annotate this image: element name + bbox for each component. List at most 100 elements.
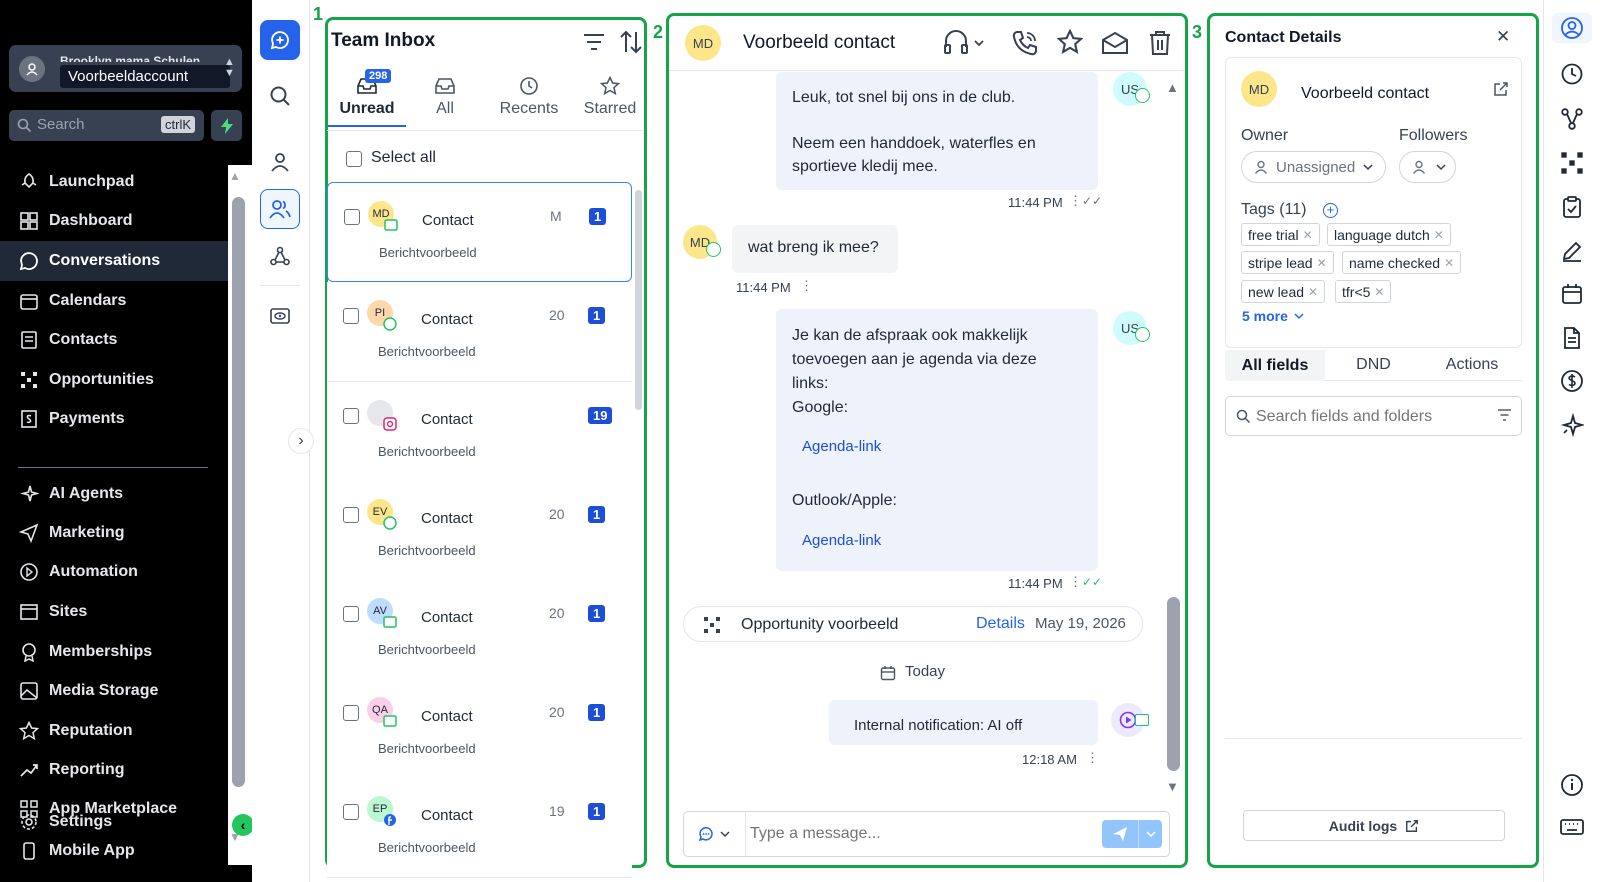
chat-scrollbar-thumb[interactable] bbox=[1167, 597, 1180, 771]
sidebar-item-calendars[interactable]: Calendars bbox=[0, 281, 228, 321]
more-tags-link[interactable]: 5 more bbox=[1242, 308, 1304, 324]
phone-icon[interactable] bbox=[1011, 29, 1039, 57]
tab-dnd[interactable]: DND bbox=[1325, 350, 1422, 381]
rail-team-inbox[interactable] bbox=[260, 189, 300, 229]
calendar-link-google[interactable]: Agenda-link bbox=[802, 435, 881, 458]
conversation-card[interactable]: PI Contact 20 1 Berichtvoorbeeld bbox=[327, 282, 632, 382]
owner-select[interactable]: Unassigned bbox=[1241, 151, 1386, 183]
contact-tag[interactable]: new lead ✕ bbox=[1241, 280, 1326, 303]
contact-tag[interactable]: name checked ✕ bbox=[1342, 251, 1462, 274]
document-icon[interactable] bbox=[1560, 326, 1584, 350]
sidebar-item-ai-agents[interactable]: AI Agents bbox=[0, 474, 228, 514]
pen-icon[interactable] bbox=[1560, 239, 1584, 263]
sidebar-item-dashboard[interactable]: Dashboard bbox=[0, 201, 228, 241]
contact-tag[interactable]: language dutch ✕ bbox=[1327, 223, 1451, 246]
conversation-checkbox[interactable] bbox=[343, 507, 359, 523]
collapse-sidebar-icon[interactable]: ‹ bbox=[232, 814, 252, 836]
keyboard-icon[interactable] bbox=[1560, 817, 1584, 837]
message-menu-icon[interactable]: ⋮ bbox=[1086, 750, 1099, 766]
rail-workflows[interactable] bbox=[260, 236, 300, 276]
rail-preview[interactable] bbox=[260, 296, 300, 336]
trash-icon[interactable] bbox=[1148, 30, 1172, 56]
contact-profile-icon[interactable] bbox=[1552, 13, 1592, 43]
tab-all[interactable]: All bbox=[406, 72, 484, 127]
sidebar-item-opportunities[interactable]: Opportunities bbox=[0, 360, 228, 400]
external-link-icon[interactable] bbox=[1493, 81, 1509, 97]
rail-my-inbox[interactable] bbox=[260, 142, 300, 182]
info-icon[interactable] bbox=[1560, 773, 1584, 797]
conversation-checkbox[interactable] bbox=[344, 209, 360, 225]
calendar-icon[interactable] bbox=[1560, 282, 1584, 306]
conversation-card[interactable]: Contact 19 Berichtvoorbeeld bbox=[327, 382, 632, 482]
remove-tag-icon[interactable]: ✕ bbox=[1444, 256, 1454, 270]
add-tag-icon[interactable]: + bbox=[1323, 203, 1338, 218]
fields-search-input[interactable] bbox=[1256, 405, 1486, 429]
sidebar-item-mobile-app[interactable]: Mobile App bbox=[0, 831, 228, 871]
quick-actions-button[interactable] bbox=[211, 110, 242, 141]
message-input[interactable] bbox=[750, 820, 1080, 848]
opportunities-icon[interactable] bbox=[1560, 151, 1584, 175]
scrollbar-thumb[interactable] bbox=[232, 197, 245, 787]
sidebar-item-marketing[interactable]: Marketing bbox=[0, 513, 228, 553]
ai-sparkle-icon[interactable] bbox=[1560, 413, 1584, 437]
star-icon[interactable] bbox=[1057, 29, 1083, 55]
sidebar-item-sites[interactable]: Sites bbox=[0, 592, 228, 632]
followers-select[interactable] bbox=[1399, 151, 1456, 183]
message-menu-icon[interactable]: ⋮ bbox=[800, 278, 813, 294]
expand-arrow-icon[interactable]: › bbox=[288, 428, 314, 454]
opportunity-card[interactable]: Opportunity voorbeeld Details May 19, 20… bbox=[683, 606, 1143, 642]
select-all-checkbox[interactable] bbox=[346, 151, 362, 167]
contact-tag[interactable]: stripe lead ✕ bbox=[1241, 251, 1334, 274]
sidebar-item-media-storage[interactable]: Media Storage bbox=[0, 671, 228, 711]
remove-tag-icon[interactable]: ✕ bbox=[1434, 228, 1444, 242]
scroll-up-icon[interactable]: ▲ bbox=[1166, 80, 1179, 95]
rail-search-button[interactable] bbox=[260, 76, 300, 116]
account-switcher[interactable]: Brooklyn mama Schulen Voorbeeldaccount ▲… bbox=[9, 45, 242, 92]
opportunity-details-link[interactable]: Details bbox=[976, 615, 1025, 633]
sidebar-item-contacts[interactable]: Contacts bbox=[0, 320, 228, 360]
conversation-card[interactable]: EV Contact 20 1 Berichtvoorbeeld bbox=[327, 481, 632, 581]
chevron-down-icon[interactable] bbox=[1139, 820, 1162, 848]
contact-tag[interactable]: tfr<5 ✕ bbox=[1335, 280, 1392, 303]
filter-icon[interactable] bbox=[1498, 409, 1511, 421]
tab-unread[interactable]: 298 Unread bbox=[328, 69, 406, 127]
conversation-checkbox[interactable] bbox=[343, 308, 359, 324]
history-icon[interactable] bbox=[1560, 62, 1584, 86]
filter-icon[interactable] bbox=[583, 33, 605, 51]
sidebar-search[interactable]: Search ctrlK bbox=[9, 110, 204, 141]
sidebar-item-automation[interactable]: Automation bbox=[0, 552, 228, 592]
workflow-icon[interactable] bbox=[1560, 107, 1584, 131]
sidebar-item-reporting[interactable]: Reporting bbox=[0, 750, 228, 790]
tab-all-fields[interactable]: All fields bbox=[1225, 350, 1325, 381]
sort-icon[interactable] bbox=[620, 30, 642, 54]
remove-tag-icon[interactable]: ✕ bbox=[1374, 285, 1384, 299]
message-menu-icon[interactable]: ⋮ bbox=[1069, 574, 1082, 590]
audit-logs-button[interactable]: Audit logs bbox=[1243, 810, 1505, 841]
sidebar-scrollbar[interactable]: ▲ ▼ bbox=[228, 165, 252, 865]
remove-tag-icon[interactable]: ✕ bbox=[1317, 256, 1327, 270]
scroll-up-icon[interactable]: ▲ bbox=[229, 169, 241, 183]
contact-tag[interactable]: free trial ✕ bbox=[1241, 223, 1320, 246]
new-message-button[interactable] bbox=[260, 20, 300, 60]
conversation-card[interactable]: MD Contact M 1 Berichtvoorbeeld bbox=[327, 182, 632, 282]
conversation-checkbox[interactable] bbox=[343, 408, 359, 424]
conversation-card[interactable]: AV Contact 20 1 Berichtvoorbeeld bbox=[327, 580, 632, 680]
sidebar-item-launchpad[interactable]: Launchpad bbox=[0, 162, 228, 202]
headset-icon[interactable] bbox=[943, 29, 985, 57]
close-icon[interactable]: ✕ bbox=[1496, 27, 1510, 47]
inbox-scrollbar[interactable] bbox=[635, 190, 642, 410]
scroll-down-icon[interactable]: ▼ bbox=[1166, 779, 1179, 794]
sidebar-item-reputation[interactable]: Reputation bbox=[0, 711, 228, 751]
sidebar-item-conversations[interactable]: Conversations bbox=[0, 241, 228, 281]
tab-recents[interactable]: Recents bbox=[487, 72, 571, 127]
sidebar-item-payments[interactable]: Payments bbox=[0, 399, 228, 439]
conversation-checkbox[interactable] bbox=[343, 705, 359, 721]
send-button[interactable] bbox=[1102, 820, 1162, 848]
conversation-card[interactable]: EP Contact 19 1 Berichtvoorbeeld bbox=[327, 778, 632, 878]
channel-selector[interactable] bbox=[698, 826, 730, 842]
task-icon[interactable] bbox=[1560, 195, 1584, 219]
remove-tag-icon[interactable]: ✕ bbox=[1303, 228, 1313, 242]
message-menu-icon[interactable]: ⋮ bbox=[1069, 193, 1082, 209]
remove-tag-icon[interactable]: ✕ bbox=[1308, 285, 1318, 299]
calendar-link-apple[interactable]: Agenda-link bbox=[802, 529, 881, 552]
